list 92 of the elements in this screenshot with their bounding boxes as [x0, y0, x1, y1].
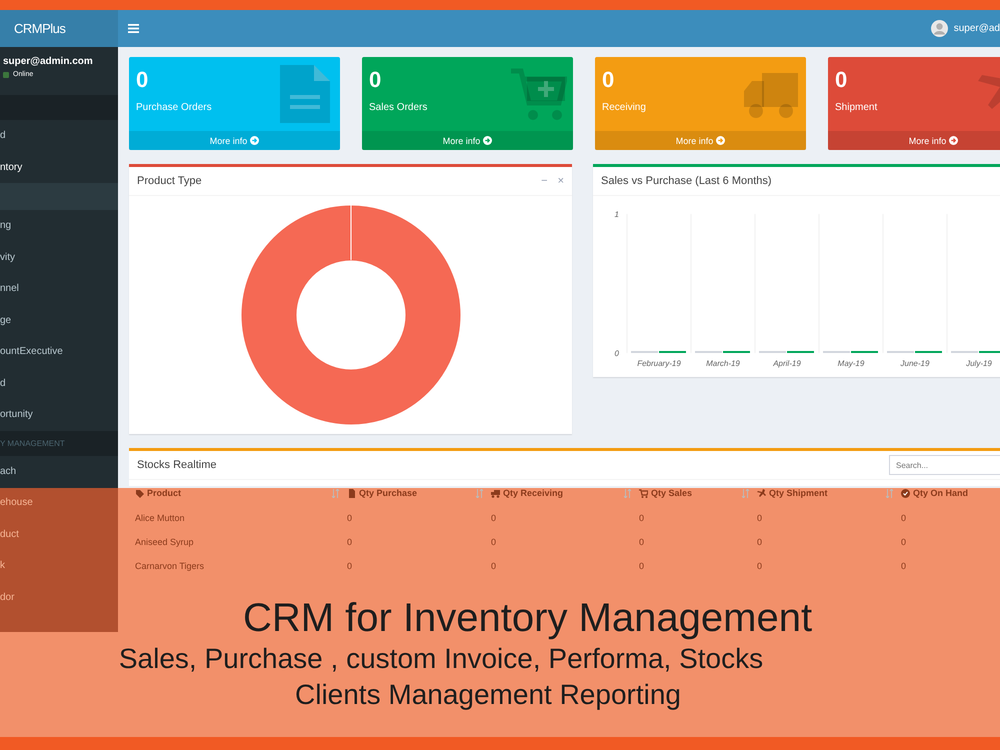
table-cell-text: Aniseed Syrup	[135, 537, 195, 547]
card-label: Shipment	[835, 102, 878, 113]
panel-title: Stocks Realtime	[137, 459, 216, 471]
table-cell-text: 0	[757, 537, 764, 547]
axis-category-label: April-19	[773, 359, 801, 368]
table-cell-text: 0	[347, 561, 354, 571]
banner-subtitle: Sales, Purchase , custom Invoice, Performa, Stocks	[118, 642, 764, 676]
panel-title: Product Type	[137, 175, 202, 187]
axis-tick-label: 0	[614, 349, 619, 358]
sidebar-item[interactable]: ortunity	[0, 399, 118, 430]
sidebar-item[interactable]: ehouse	[0, 487, 118, 518]
cart-icon	[639, 488, 648, 498]
sidebar-item[interactable]: dor	[0, 582, 118, 613]
table-cell-text: 0	[901, 537, 908, 547]
sort-icon	[624, 488, 631, 498]
plane-icon	[757, 488, 766, 498]
more-info-text[interactable]: More info	[676, 136, 714, 146]
more-info-text[interactable]: More info	[210, 136, 248, 146]
table-cell-text: 0	[901, 513, 908, 523]
more-info-link[interactable]: More info	[362, 131, 573, 150]
axis-category-label: May-19	[838, 359, 864, 368]
table-cell-text: 0	[491, 537, 498, 547]
arrow-circle-icon	[483, 136, 492, 145]
table-cell-text: 0	[491, 513, 498, 523]
panel-tool[interactable]: −	[541, 175, 548, 187]
user-email: super@admin.com	[3, 56, 94, 67]
axis-category-label: July-19	[966, 359, 992, 368]
truck-icon	[491, 488, 500, 498]
table-cell-text: Carnarvon Tigers	[135, 561, 206, 571]
sidebar-item[interactable]: d	[0, 368, 118, 399]
table-cell-text: 0	[347, 537, 354, 547]
sort-icon	[476, 488, 483, 498]
table-cell-text: 0	[757, 561, 764, 571]
table-cell-text: Alice Mutton	[135, 513, 186, 523]
table-cell-text: 0	[639, 513, 646, 523]
sidebar-section-header: Y MANAGEMENT	[0, 430, 118, 456]
sidebar-item[interactable]: k	[0, 550, 118, 582]
search-field[interactable]: Search...	[889, 455, 1000, 475]
sidebar-item[interactable]: nnel	[0, 273, 118, 304]
sidebar-item[interactable]: ach	[0, 456, 118, 487]
axis-category-label: March-19	[706, 359, 740, 368]
sort-icon	[886, 488, 893, 498]
banner-title: CRM for Inventory Management	[242, 596, 812, 640]
card-count: 0	[602, 67, 616, 93]
column-header[interactable]: Qty Shipment	[769, 488, 828, 498]
more-info-link[interactable]: More info	[595, 131, 806, 150]
sidebar-item[interactable]: vity	[0, 242, 118, 273]
user-name[interactable]: super@ad	[954, 23, 1000, 34]
sort-icon	[332, 488, 339, 498]
card-label: Receiving	[602, 102, 647, 113]
more-info-text[interactable]: More info	[908, 136, 946, 146]
check-circle-icon	[901, 488, 910, 498]
card-count: 0	[369, 67, 382, 93]
axis-category-label: June-19	[900, 359, 930, 368]
table-cell-text: 0	[901, 561, 908, 571]
arrow-circle-icon	[250, 136, 260, 145]
sort-icon	[742, 488, 749, 498]
table-cell-text: 0	[757, 513, 764, 523]
sidebar-item[interactable]: ountExecutive	[0, 336, 118, 368]
sidebar-item[interactable]: ge	[0, 304, 118, 336]
card-label: Purchase Orders	[136, 102, 213, 113]
table-cell-text: 0	[639, 561, 646, 571]
column-header[interactable]: Qty Receiving	[503, 488, 564, 498]
arrow-circle-icon	[716, 136, 726, 145]
panel-tool[interactable]: ×	[558, 175, 564, 187]
sidebar-item[interactable]: ntory	[0, 152, 118, 183]
more-info-link[interactable]: More info	[129, 131, 340, 150]
column-header[interactable]: Qty Sales	[651, 488, 692, 498]
tag-icon	[135, 488, 144, 498]
axis-category-label: February-19	[637, 359, 681, 368]
table-cell-text: 0	[639, 537, 646, 547]
axis-tick-label: 1	[614, 210, 619, 219]
sidebar-item[interactable]: duct	[0, 518, 118, 550]
file-icon	[347, 488, 356, 498]
panel-title: Sales vs Purchase (Last 6 Months)	[601, 175, 772, 187]
column-header[interactable]: Qty On Hand	[913, 488, 968, 498]
column-header[interactable]: Qty Purchase	[359, 488, 418, 498]
table-cell-text: 0	[491, 561, 498, 571]
column-header[interactable]: Product	[147, 488, 182, 498]
table-cell-text: 0	[347, 513, 354, 523]
user-avatar-icon	[930, 20, 948, 37]
app-logo[interactable]: CRMPlus	[0, 10, 118, 47]
menu-icon[interactable]	[128, 24, 139, 33]
banner-subtitle: Clients Management Reporting	[295, 678, 682, 712]
card-label: Sales Orders	[369, 102, 428, 113]
card-count: 0	[136, 67, 150, 93]
sidebar-item[interactable]: d	[0, 120, 118, 152]
more-info-text[interactable]: More info	[442, 136, 480, 146]
card-count: 0	[835, 67, 848, 93]
arrow-circle-icon	[949, 136, 958, 145]
more-info-link[interactable]: More info	[828, 131, 1000, 150]
sidebar-item[interactable]: ng	[0, 210, 118, 242]
